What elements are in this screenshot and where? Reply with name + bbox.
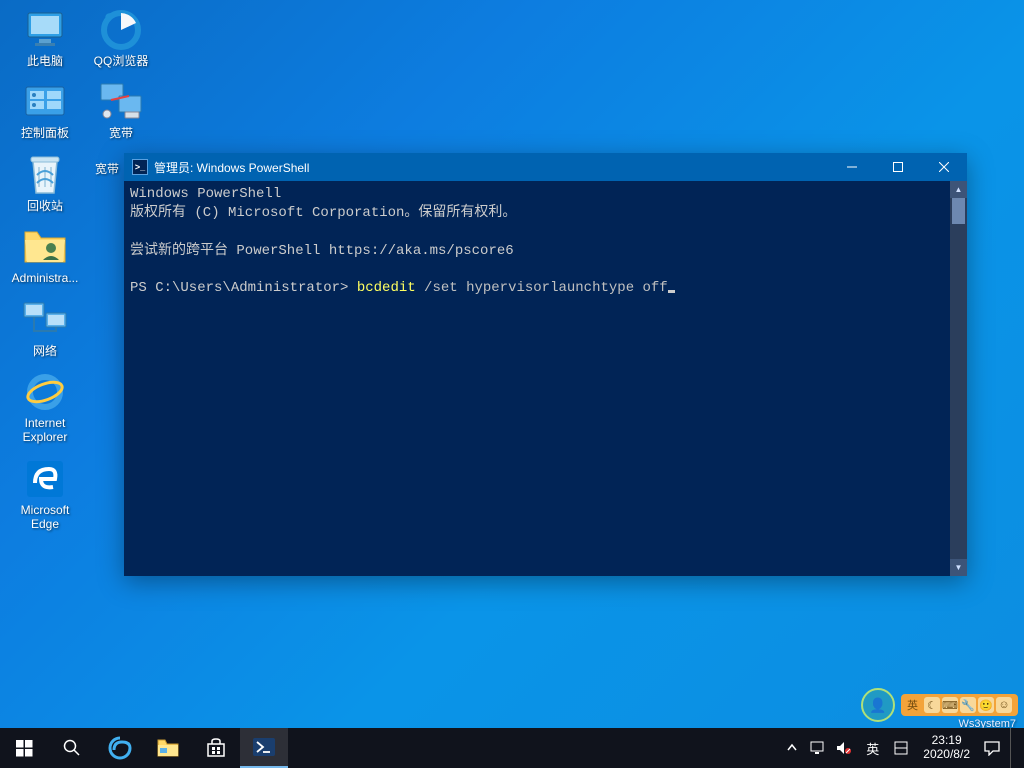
term-command: bcdedit (357, 280, 416, 296)
store-icon (206, 738, 226, 758)
scroll-down-icon[interactable]: ▼ (950, 559, 967, 576)
tray-time: 23:19 (923, 734, 970, 748)
ime-toolbar[interactable]: 英 ☾ ⌨ 🔧 🙂 ☺ (901, 694, 1018, 716)
icon-label: 网络 (10, 344, 80, 358)
term-line: Windows PowerShell (130, 186, 281, 202)
icon-label: Internet Explorer (10, 416, 80, 445)
icon-label: Administra... (10, 271, 80, 285)
edge-icon (108, 736, 132, 760)
term-line: 尝试新的跨平台 PowerShell https://aka.ms/pscore… (130, 243, 514, 259)
system-tray: 英 23:19 2020/8/2 (776, 728, 1024, 768)
icon-label: 宽带 (86, 126, 156, 140)
desktop-icon-internet-explorer[interactable]: Internet Explorer (10, 370, 80, 445)
taskbar-explorer[interactable] (144, 728, 192, 768)
desktop-icon-microsoft-edge[interactable]: Microsoft Edge (10, 457, 80, 532)
person-icon[interactable]: 🙂 (978, 697, 994, 713)
edge-icon (25, 459, 65, 499)
powershell-window: >_ 管理员: Windows PowerShell Windows Power… (124, 153, 967, 576)
wrench-icon[interactable]: 🔧 (960, 697, 976, 713)
desktop-icon-this-pc[interactable]: 此电脑 (10, 8, 80, 68)
taskbar-store[interactable] (192, 728, 240, 768)
terminal-scrollbar[interactable]: ▲ ▼ (950, 181, 967, 576)
minimize-button[interactable] (829, 153, 875, 181)
desktop-icon-qq-browser[interactable]: QQ浏览器 (86, 8, 156, 68)
network-icon (22, 301, 68, 339)
scroll-up-icon[interactable]: ▲ (950, 181, 967, 198)
folder-user-icon (23, 228, 67, 266)
clock-tray[interactable]: 23:19 2020/8/2 (919, 734, 974, 762)
cursor-icon (668, 290, 675, 293)
taskbar-edge[interactable] (96, 728, 144, 768)
scroll-thumb[interactable] (952, 198, 965, 224)
show-desktop-button[interactable] (1010, 728, 1016, 768)
ime-language[interactable]: 英 (862, 739, 883, 758)
tray-date: 2020/8/2 (923, 748, 970, 762)
close-button[interactable] (921, 153, 967, 181)
term-line: 版权所有 (C) Microsoft Corporation。保留所有权利。 (130, 205, 516, 221)
icon-label: 控制面板 (10, 126, 80, 140)
search-button[interactable] (48, 728, 96, 768)
ime-button-group: ☾ ⌨ 🔧 🙂 ☺ (924, 697, 1012, 713)
windows-logo-icon (16, 740, 33, 757)
desktop-icon-network[interactable]: 网络 (10, 298, 80, 358)
icon-label: 此电脑 (10, 54, 80, 68)
moon-icon[interactable]: ☾ (924, 697, 940, 713)
ie-icon (25, 372, 65, 412)
term-prompt: PS C:\Users\Administrator> (130, 280, 357, 296)
tray-overflow-button[interactable] (784, 740, 800, 756)
powershell-icon (253, 738, 275, 756)
start-button[interactable] (0, 728, 48, 768)
powershell-icon: >_ (132, 159, 148, 175)
partial-label: 宽带 (95, 160, 119, 177)
watermark-widget: 👤 英 ☾ ⌨ 🔧 🙂 ☺ Ws3ystem7 (861, 688, 1018, 722)
folder-icon (157, 739, 179, 757)
desktop-icon-dialup[interactable]: 宽带 (86, 80, 156, 140)
volume-tray-icon[interactable] (836, 740, 852, 756)
taskbar-powershell[interactable] (240, 728, 288, 768)
terminal-body[interactable]: Windows PowerShell 版权所有 (C) Microsoft Co… (124, 181, 950, 576)
desktop-icon-recycle-bin[interactable]: 回收站 (10, 153, 80, 213)
maximize-button[interactable] (875, 153, 921, 181)
desktop-icon-control-panel[interactable]: 控制面板 (10, 80, 80, 140)
smile-icon[interactable]: ☺ (996, 697, 1012, 713)
icon-label: Microsoft Edge (10, 503, 80, 532)
taskbar: 英 23:19 2020/8/2 (0, 728, 1024, 768)
control-panel-icon (24, 85, 66, 119)
ime-mode-icon[interactable] (893, 740, 909, 756)
term-args: /set hypervisorlaunchtype off (416, 280, 668, 296)
window-title: 管理员: Windows PowerShell (154, 159, 829, 176)
ime-mode-label: 英 (907, 697, 918, 713)
network-tray-icon[interactable] (810, 740, 826, 756)
window-titlebar[interactable]: >_ 管理员: Windows PowerShell (124, 153, 967, 181)
keyboard-icon[interactable]: ⌨ (942, 697, 958, 713)
icon-label: 回收站 (10, 199, 80, 213)
icon-label: QQ浏览器 (86, 54, 156, 68)
qq-browser-icon (100, 9, 142, 51)
search-icon (63, 739, 81, 757)
desktop-icon-user-folder[interactable]: Administra... (10, 225, 80, 285)
dialup-icon (99, 82, 143, 122)
watermark-circle-icon: 👤 (861, 688, 895, 722)
action-center-button[interactable] (984, 740, 1000, 756)
trash-icon (27, 153, 63, 197)
monitor-icon (25, 11, 65, 49)
